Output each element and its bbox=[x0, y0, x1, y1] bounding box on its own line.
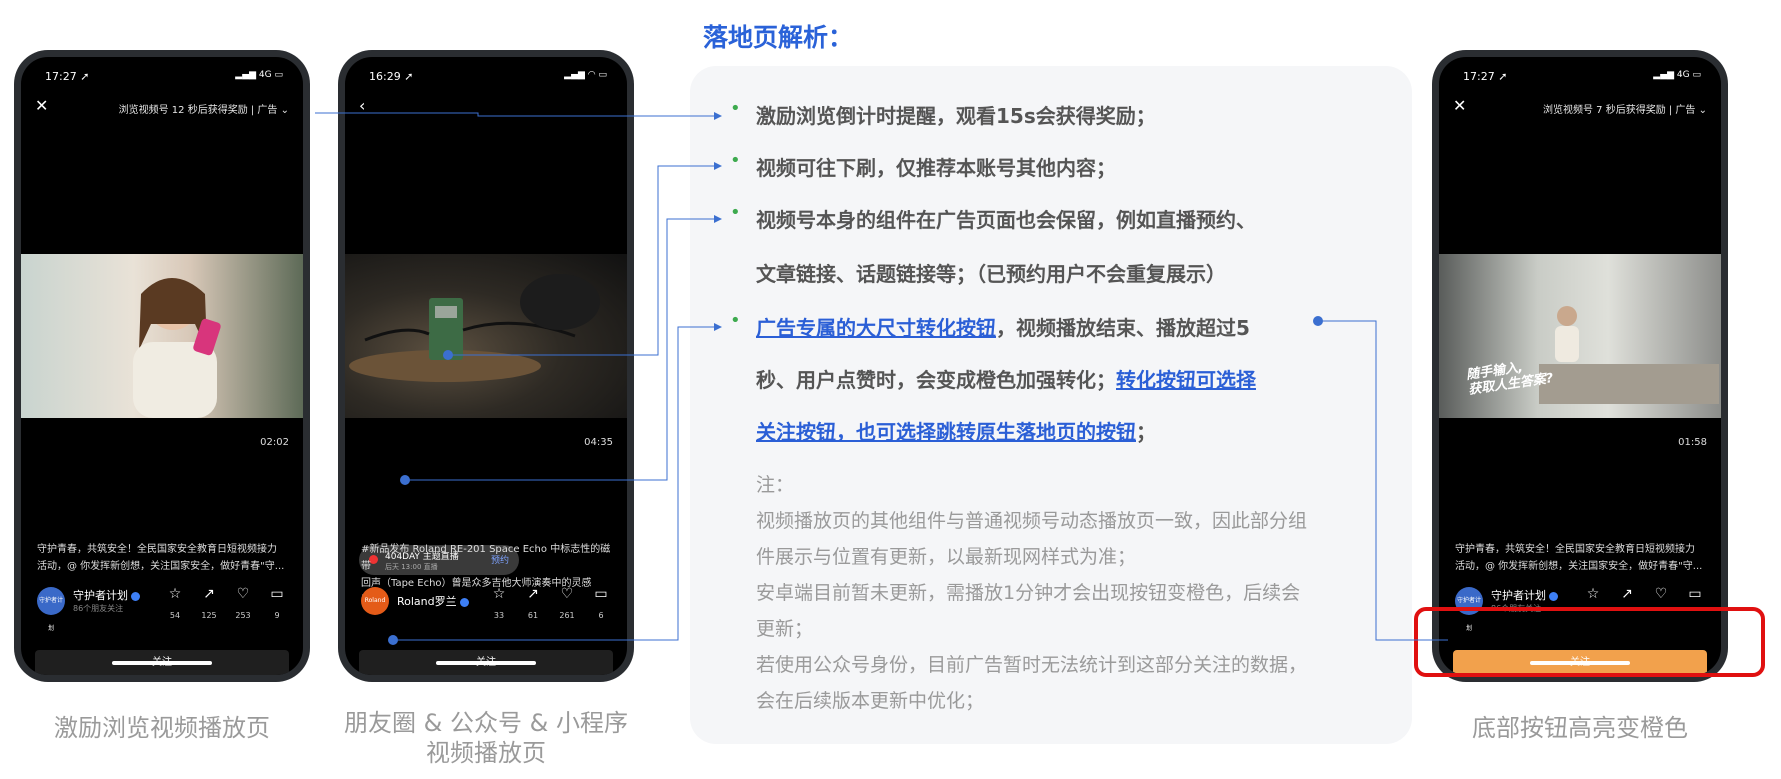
phone-1-label: 激励浏览视频播放页 bbox=[54, 714, 270, 742]
connector-lines bbox=[315, 112, 1448, 645]
connector-dot bbox=[1313, 316, 1323, 326]
connector-dot bbox=[443, 350, 453, 360]
phone-2-label: 朋友圈 & 公众号 & 小程序 视频播放页 bbox=[344, 709, 628, 767]
connector-line bbox=[1318, 320, 1448, 641]
connector-line bbox=[315, 112, 722, 120]
connector-dot bbox=[400, 475, 410, 485]
connector-dot bbox=[388, 635, 398, 645]
connector-line bbox=[405, 215, 722, 481]
phone-3-label: 底部按钮高亮变橙色 bbox=[1472, 714, 1688, 742]
connector-line bbox=[393, 323, 722, 641]
